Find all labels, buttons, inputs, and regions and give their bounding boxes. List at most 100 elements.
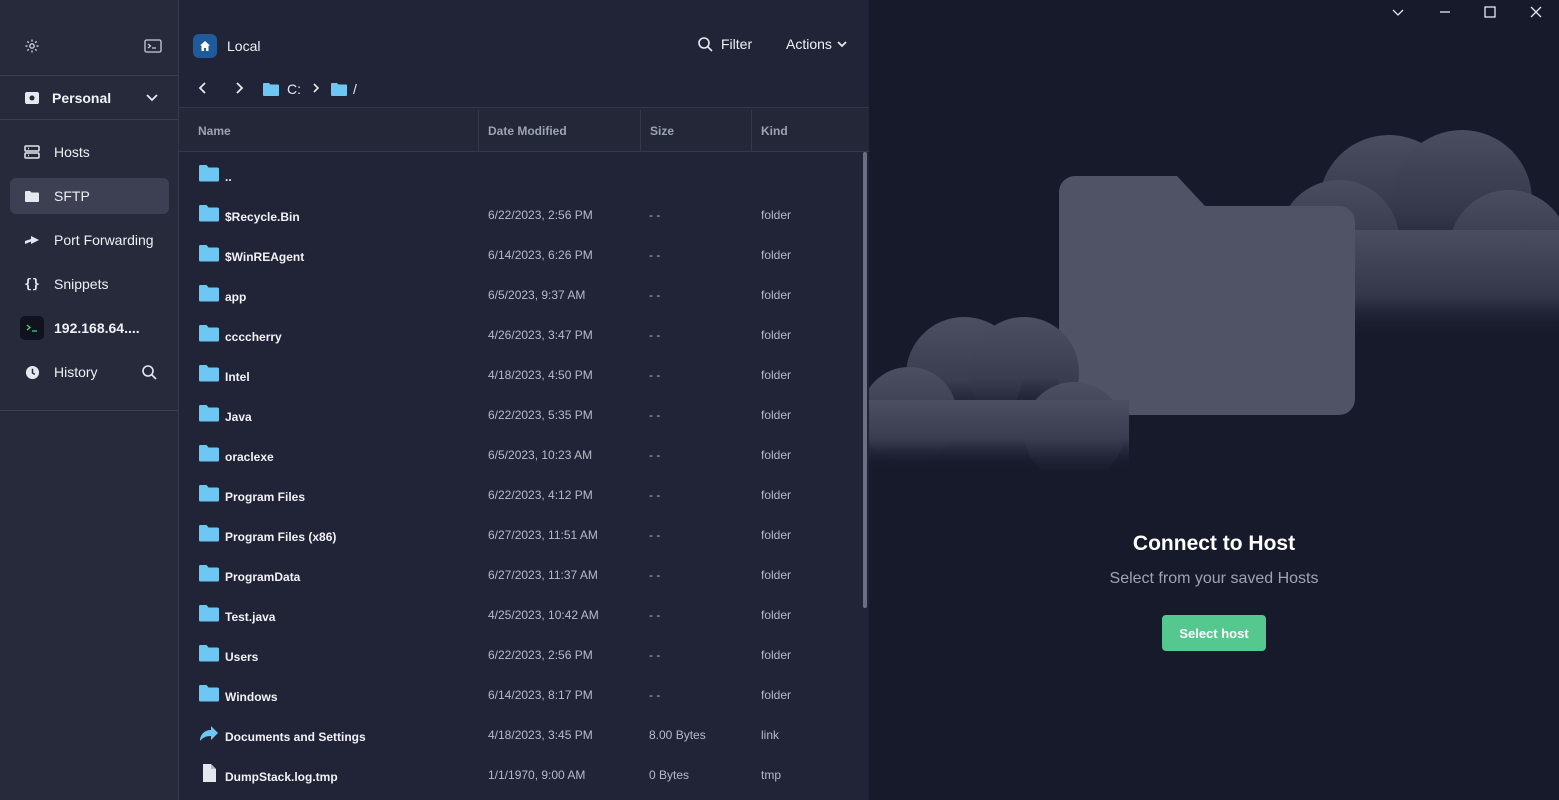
breadcrumb-drive[interactable]: C: (263, 81, 301, 97)
file-kind: folder (761, 608, 792, 622)
terminal-window-icon[interactable] (144, 38, 162, 56)
breadcrumb-path[interactable]: / (331, 81, 357, 97)
file-date: 6/22/2023, 2:56 PM (488, 648, 593, 662)
sidebar-item-label: History (54, 364, 98, 380)
folder-icon (199, 164, 219, 182)
folder-icon (263, 83, 279, 96)
column-divider[interactable] (751, 110, 752, 152)
file-name: Documents and Settings (225, 730, 366, 744)
sidebar-item-terminal-session[interactable]: 192.168.64.... (10, 310, 169, 346)
file-kind: tmp (761, 768, 782, 782)
connect-subtitle: Select from your saved Hosts (1109, 570, 1319, 587)
column-date[interactable]: Date Modified (488, 124, 567, 138)
file-kind: folder (761, 368, 792, 382)
clock-icon (24, 364, 40, 380)
file-kind: folder (761, 488, 792, 502)
sidebar-item-port-forwarding[interactable]: Port Forwarding (10, 222, 169, 258)
breadcrumb: C: / (179, 68, 869, 108)
file-date: 4/26/2023, 3:47 PM (488, 328, 593, 342)
column-divider[interactable] (478, 110, 479, 152)
sidebar-item-label: Port Forwarding (54, 232, 154, 248)
file-size: - - (649, 328, 661, 342)
table-row[interactable]: Java 6/22/2023, 5:35 PM - - folder (179, 394, 869, 434)
sidebar: Personal Hosts SFTP Port Forwarding {} S… (0, 0, 179, 800)
search-icon (698, 37, 713, 52)
local-file-panel: Local Filter Actions C: / Name Date Modi… (179, 0, 869, 800)
file-size: - - (649, 488, 661, 502)
folder-icon (199, 684, 219, 702)
back-arrow-icon[interactable] (197, 81, 209, 95)
table-row[interactable]: Test.java 4/25/2023, 10:42 AM - - folder (179, 594, 869, 634)
sidebar-item-history[interactable]: History (10, 354, 169, 390)
table-row[interactable]: Documents and Settings 4/18/2023, 3:45 PM… (179, 714, 869, 754)
file-date: 4/18/2023, 4:50 PM (488, 368, 593, 382)
table-header: Name Date Modified Size Kind (179, 108, 869, 152)
file-kind: folder (761, 288, 792, 302)
table-row[interactable]: Intel 4/18/2023, 4:50 PM - - folder (179, 354, 869, 394)
vault-selector[interactable]: Personal (0, 76, 178, 120)
filter-button[interactable]: Filter (697, 36, 752, 52)
table-row[interactable]: .. (179, 154, 869, 194)
scrollbar[interactable] (863, 152, 867, 608)
folder-icon (199, 324, 219, 342)
folder-icon (199, 204, 219, 222)
file-date: 4/18/2023, 3:45 PM (488, 728, 593, 742)
forward-arrow-icon[interactable] (233, 81, 245, 95)
file-date: 6/27/2023, 11:37 AM (488, 568, 598, 582)
sidebar-item-snippets[interactable]: {} Snippets (10, 266, 169, 302)
table-row[interactable]: $Recycle.Bin 6/22/2023, 2:56 PM - - folder (179, 194, 869, 234)
file-name: ProgramData (225, 570, 301, 584)
folder-icon (199, 364, 219, 382)
file-name: DumpStack.log.tmp (225, 770, 338, 784)
table-row[interactable]: ProgramData 6/27/2023, 11:37 AM - - folder (179, 554, 869, 594)
column-divider[interactable] (640, 110, 641, 152)
file-size: - - (649, 408, 661, 422)
table-row[interactable]: DumpStack.log.tmp 1/1/1970, 9:00 AM 0 Byte… (179, 754, 869, 794)
file-kind: folder (761, 328, 792, 342)
table-row[interactable]: Windows 6/14/2023, 8:17 PM - - folder (179, 674, 869, 714)
file-name: ccccherry (225, 330, 282, 344)
file-name: Intel (225, 370, 250, 384)
file-name: Windows (225, 690, 278, 704)
panel-header: Local Filter Actions (179, 0, 869, 68)
sidebar-nav: Hosts SFTP Port Forwarding {} Snippets 1… (0, 120, 178, 411)
table-row[interactable]: ccccherry 4/26/2023, 3:47 PM - - folder (179, 314, 869, 354)
chevron-down-icon (144, 89, 160, 105)
sidebar-item-label: 192.168.64.... (54, 320, 140, 336)
file-list: .. $Recycle.Bin 6/22/2023, 2:56 PM - - folde… (179, 152, 869, 794)
folder-icon (199, 284, 219, 302)
file-name: Program Files (x86) (225, 530, 337, 544)
table-row[interactable]: oraclexe 6/5/2023, 10:23 AM - - folder (179, 434, 869, 474)
panel-title: Local (227, 38, 261, 54)
table-row[interactable]: Users 6/22/2023, 2:56 PM - - folder (179, 634, 869, 674)
file-size: - - (649, 608, 661, 622)
table-row[interactable]: $WinREAgent 6/14/2023, 6:26 PM - - folder (179, 234, 869, 274)
braces-icon: {} (24, 276, 40, 292)
table-row[interactable]: Program Files (x86) 6/27/2023, 11:51 AM - … (179, 514, 869, 554)
file-size: - - (649, 528, 661, 542)
sidebar-item-sftp[interactable]: SFTP (10, 178, 169, 214)
file-name: $Recycle.Bin (225, 210, 300, 224)
sidebar-item-label: Snippets (54, 276, 109, 292)
column-size[interactable]: Size (650, 124, 674, 138)
file-date: 6/22/2023, 4:12 PM (488, 488, 593, 502)
port-forwarding-icon (24, 232, 40, 248)
sidebar-item-hosts[interactable]: Hosts (10, 134, 169, 170)
file-date: 6/14/2023, 8:17 PM (488, 688, 593, 702)
table-row[interactable]: Program Files 6/22/2023, 4:12 PM - - folder (179, 474, 869, 514)
settings-gear-icon[interactable] (24, 38, 42, 56)
column-kind[interactable]: Kind (761, 124, 788, 138)
sidebar-item-label: Hosts (54, 144, 90, 160)
hosts-icon (24, 144, 40, 160)
file-name: Java (225, 410, 252, 424)
folder-icon (199, 564, 219, 582)
search-icon[interactable] (141, 364, 157, 380)
select-host-button[interactable]: Select host (1162, 615, 1266, 651)
file-name: Program Files (225, 490, 306, 504)
chevron-down-icon (837, 41, 847, 48)
sidebar-item-label: SFTP (54, 188, 90, 204)
actions-menu-button[interactable]: Actions (786, 36, 848, 52)
file-size: - - (649, 368, 661, 382)
column-name[interactable]: Name (198, 124, 231, 138)
table-row[interactable]: app 6/5/2023, 9:37 AM - - folder (179, 274, 869, 314)
